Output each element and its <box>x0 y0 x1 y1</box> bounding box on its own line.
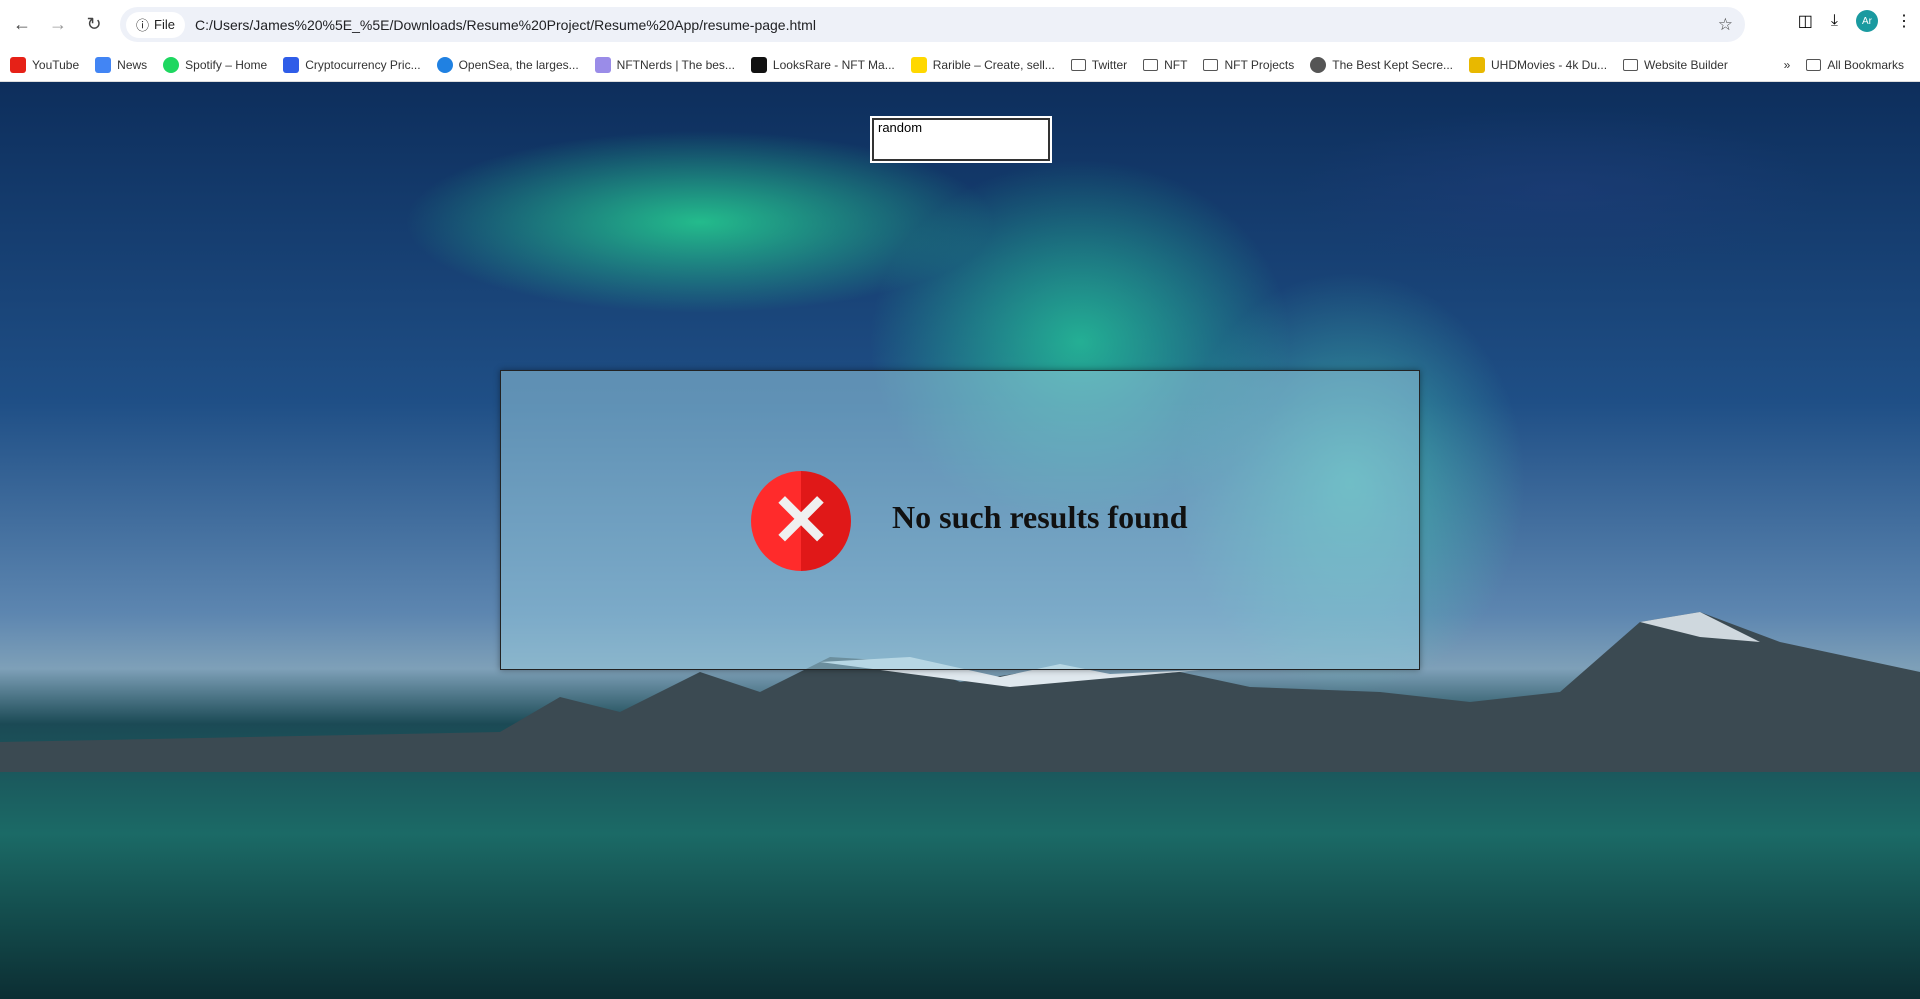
page-content: random ✕ No such results found <box>0 82 1920 999</box>
bookmark-item[interactable]: YouTube <box>10 56 80 73</box>
back-button[interactable]: ← <box>4 6 40 42</box>
bookmark-label: Twitter <box>1091 57 1128 72</box>
bookmark-label: Rarible – Create, sell... <box>932 57 1055 72</box>
reload-button[interactable]: ↻ <box>76 6 112 42</box>
forward-button[interactable]: → <box>40 6 76 42</box>
bookmark-item[interactable]: Spotify – Home <box>163 56 268 73</box>
bookmark-item[interactable]: The Best Kept Secre... <box>1310 56 1453 73</box>
bookmark-item[interactable]: NFT <box>1143 58 1187 72</box>
bookmark-star-icon[interactable]: ☆ <box>1718 15 1733 35</box>
extensions-icon[interactable]: ◫ <box>1798 11 1813 31</box>
bookmark-item[interactable]: NFT Projects <box>1203 58 1294 72</box>
scheme-label: File <box>154 17 175 32</box>
opensea-icon <box>436 56 453 73</box>
error-x-icon: ✕ <box>751 471 851 571</box>
bookmark-label: UHDMovies - 4k Du... <box>1491 57 1608 72</box>
bookmark-label: OpenSea, the larges... <box>458 57 579 72</box>
menu-icon[interactable]: ⋮ <box>1896 11 1912 31</box>
bookmark-item[interactable]: UHDMovies - 4k Du... <box>1469 56 1608 73</box>
no-results-message: No such results found <box>892 499 1188 535</box>
more-bookmarks-button[interactable]: » <box>1784 58 1791 72</box>
folder-icon <box>1070 58 1086 71</box>
profile-avatar[interactable]: Ar <box>1856 10 1878 32</box>
rarible-icon <box>910 56 927 73</box>
bookmark-label: Website Builder <box>1644 57 1728 72</box>
bookmark-label: NFT <box>1164 57 1188 72</box>
bookmark-label: YouTube <box>32 57 80 72</box>
bookmark-item[interactable]: Rarible – Create, sell... <box>910 56 1055 73</box>
coinmarketcap-icon <box>283 56 300 73</box>
bookmark-label: Spotify – Home <box>185 57 268 72</box>
folder-icon <box>1623 58 1639 71</box>
bookmark-item[interactable]: NFTNerds | The bes... <box>594 56 735 73</box>
bookmark-label: LooksRare - NFT Ma... <box>772 57 895 72</box>
no-results-dialog: ✕ No such results found <box>500 370 1420 670</box>
bookmark-label: Cryptocurrency Pric... <box>305 57 421 72</box>
download-icon[interactable]: ⤓ <box>1831 12 1838 30</box>
bookmark-label: News <box>117 57 148 72</box>
bookmark-item[interactable]: OpenSea, the larges... <box>436 56 579 73</box>
uhdmovies-icon <box>1469 56 1485 73</box>
globe-icon <box>1310 56 1327 73</box>
news-icon <box>95 56 112 73</box>
bookmark-label: NFT Projects <box>1224 57 1295 72</box>
bookmarks-bar: YouTube News Spotify – Home Cryptocurrency … <box>0 48 1920 82</box>
bookmark-label: The Best Kept Secre... <box>1332 57 1453 72</box>
address-bar[interactable]: ⓘ File C:/Users/James%20%5E_%5E/Downloads… <box>120 7 1745 42</box>
folder-icon <box>1806 58 1822 71</box>
all-bookmarks-label: All Bookmarks <box>1827 57 1904 72</box>
spotify-icon <box>163 56 180 73</box>
url-text[interactable]: C:/Users/James%20%5E_%5E/Downloads/Resum… <box>195 17 816 33</box>
site-info-chip[interactable]: ⓘ File <box>126 11 185 38</box>
folder-icon <box>1143 58 1159 71</box>
bookmark-item[interactable]: News <box>95 56 148 73</box>
bookmark-item[interactable]: Cryptocurrency Pric... <box>283 56 421 73</box>
bookmark-item[interactable]: LooksRare - NFT Ma... <box>750 56 895 73</box>
bookmark-item[interactable]: Website Builder <box>1623 58 1728 72</box>
info-icon: ⓘ <box>136 18 150 33</box>
bookmark-item[interactable]: Twitter <box>1070 57 1128 72</box>
bookmark-label: NFTNerds | The bes... <box>616 57 735 72</box>
all-bookmarks-button[interactable]: All Bookmarks <box>1806 58 1904 72</box>
folder-icon <box>1203 58 1219 71</box>
looksrare-icon <box>750 56 767 73</box>
search-input[interactable]: random <box>870 116 1052 163</box>
browser-toolbar: ← → ↻ ⓘ File C:/Users/James%20%5E_%5E/Dow… <box>0 0 1920 48</box>
youtube-icon <box>10 56 26 73</box>
nftnerds-icon <box>594 56 611 73</box>
